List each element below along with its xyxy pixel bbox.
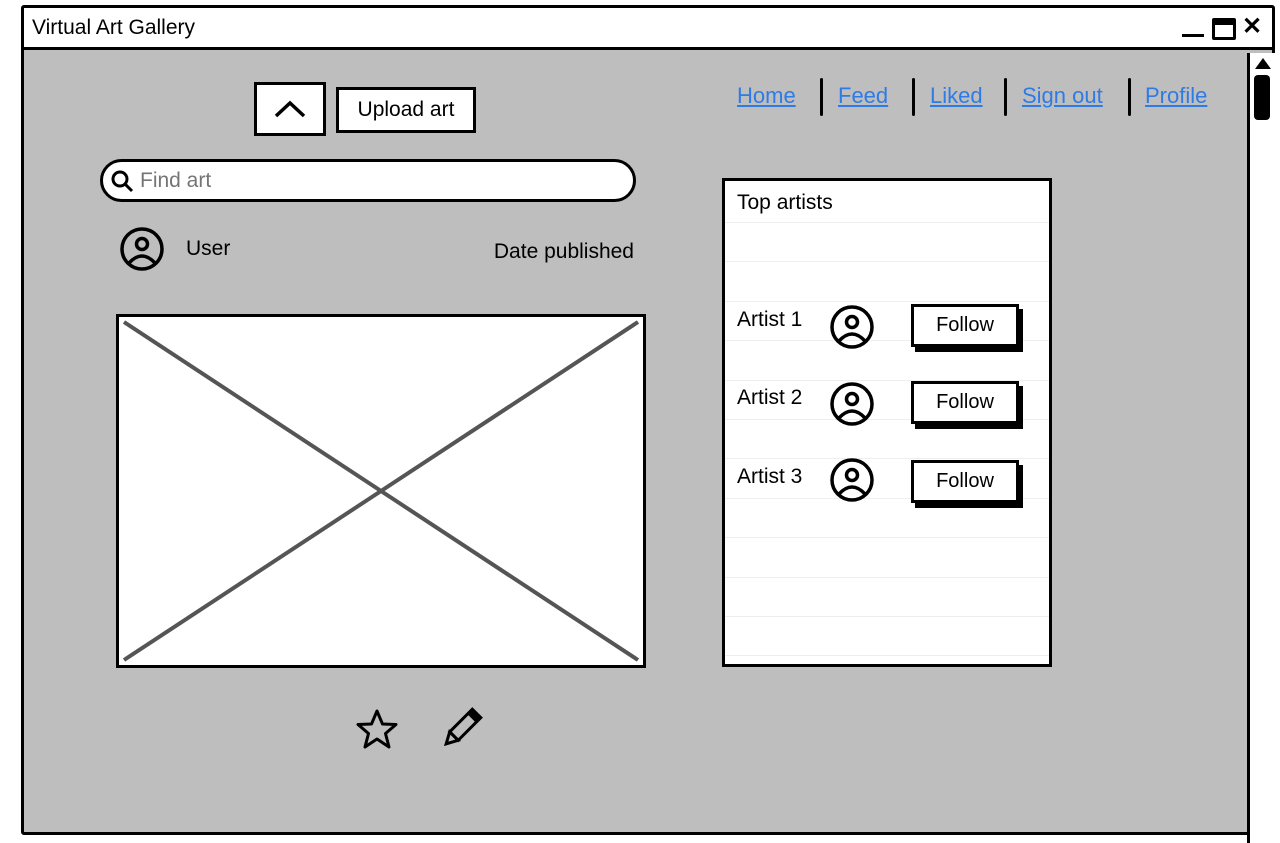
title-bar: Virtual Art Gallery ✕ <box>24 8 1272 50</box>
nav-link-home[interactable]: Home <box>737 83 796 109</box>
artist-name[interactable]: Artist 2 <box>737 386 802 410</box>
nav-divider <box>1128 78 1131 116</box>
chevron-up-icon <box>274 100 306 118</box>
nav-link-feed[interactable]: Feed <box>838 83 888 109</box>
user-avatar-icon <box>120 227 164 271</box>
search-field[interactable] <box>100 159 636 202</box>
star-icon[interactable] <box>355 708 399 752</box>
artist-avatar-icon <box>830 382 874 426</box>
scroll-thumb[interactable] <box>1254 75 1270 120</box>
date-published: Date published <box>493 240 634 263</box>
top-artists-panel: Top artists Artist 1 Follow Artist 2 Fol… <box>722 178 1052 667</box>
follow-button[interactable]: Follow <box>911 381 1019 424</box>
artist-avatar-icon <box>830 458 874 502</box>
artist-row: Artist 1 Follow <box>725 301 1049 351</box>
scrollbar[interactable] <box>1247 53 1275 843</box>
nav-link-liked[interactable]: Liked <box>930 83 983 109</box>
minimize-icon[interactable] <box>1182 34 1204 37</box>
follow-button[interactable]: Follow <box>911 460 1019 503</box>
close-icon[interactable]: ✕ <box>1242 12 1262 41</box>
nav-divider <box>820 78 823 116</box>
upload-art-button[interactable]: Upload art <box>336 87 476 133</box>
pencil-icon[interactable] <box>437 705 485 753</box>
nav-link-profile[interactable]: Profile <box>1145 83 1207 109</box>
post-username[interactable]: User <box>186 237 230 261</box>
nav-divider <box>1004 78 1007 116</box>
artist-avatar-icon <box>830 305 874 349</box>
scroll-up-icon[interactable] <box>1255 58 1271 69</box>
follow-button[interactable]: Follow <box>911 304 1019 347</box>
artist-name[interactable]: Artist 1 <box>737 308 802 332</box>
nav-divider <box>912 78 915 116</box>
scroll-top-button[interactable] <box>254 82 326 136</box>
artist-row: Artist 2 Follow <box>725 379 1049 429</box>
maximize-icon[interactable] <box>1212 18 1236 40</box>
artwork-image-placeholder[interactable] <box>116 314 646 668</box>
nav-link-sign-out[interactable]: Sign out <box>1022 83 1103 109</box>
search-input[interactable] <box>140 166 620 196</box>
search-icon <box>111 170 134 193</box>
artist-row: Artist 3 Follow <box>725 457 1049 507</box>
window-title: Virtual Art Gallery <box>32 16 196 39</box>
artist-name[interactable]: Artist 3 <box>737 465 802 489</box>
panel-title: Top artists <box>737 191 833 214</box>
